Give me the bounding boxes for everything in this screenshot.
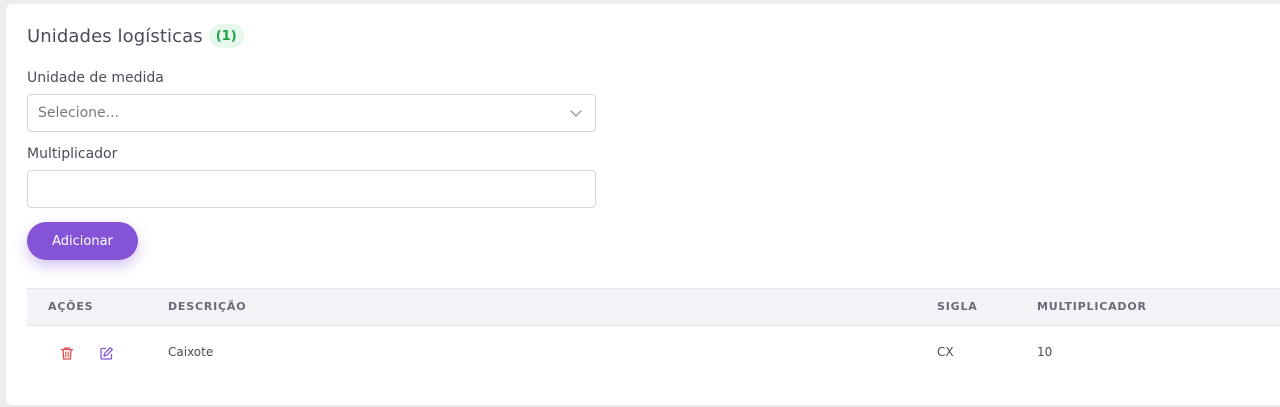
trash-icon[interactable]	[58, 344, 76, 362]
cell-descricao: Caixote	[168, 345, 214, 359]
table-header: AÇÕES DESCRIÇÃO SIGLA MULTIPLICADOR	[27, 288, 1280, 326]
count-badge: (1)	[208, 24, 244, 48]
unit-label: Unidade de medida	[27, 70, 164, 86]
edit-icon[interactable]	[97, 344, 115, 362]
logistic-units-card: Unidades logísticas (1) Unidade de medid…	[6, 4, 1280, 405]
chevron-down-icon	[570, 110, 582, 117]
section-title: Unidades logísticas	[27, 25, 203, 47]
section-header: Unidades logísticas (1)	[27, 24, 244, 48]
multiplier-input[interactable]	[27, 170, 596, 208]
header-acoes: AÇÕES	[48, 300, 94, 313]
unit-select[interactable]: Selecione...	[27, 94, 596, 132]
add-button[interactable]: Adicionar	[27, 222, 138, 260]
table-row: Caixote CX 10	[27, 326, 1280, 380]
units-table: AÇÕES DESCRIÇÃO SIGLA MULTIPLICADOR Caix…	[27, 288, 1280, 380]
header-descricao: DESCRIÇÃO	[168, 300, 247, 313]
unit-select-placeholder: Selecione...	[38, 105, 119, 121]
multiplier-label: Multiplicador	[27, 146, 118, 162]
header-sigla: SIGLA	[937, 300, 978, 313]
header-multiplicador: MULTIPLICADOR	[1037, 300, 1147, 313]
cell-sigla: CX	[937, 345, 954, 359]
cell-multiplicador: 10	[1037, 345, 1053, 359]
